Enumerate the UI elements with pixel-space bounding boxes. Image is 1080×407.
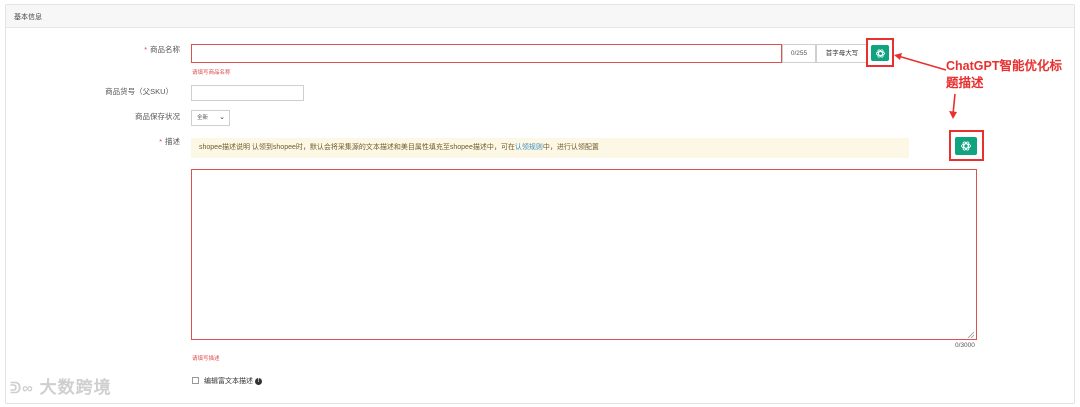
watermark-logo-icon: ᕲ∞ — [10, 380, 34, 397]
product-name-counter: 0/255 — [790, 50, 808, 57]
chevron-down-icon: ⌄ — [219, 114, 225, 121]
product-name-error: 请填写商品名称 — [192, 70, 231, 76]
capitalize-button[interactable]: 首字母大写 — [816, 44, 868, 63]
description-label: * 描述 — [159, 137, 180, 146]
product-name-label: * 商品名称 — [144, 45, 180, 54]
panel-title: 基本信息 — [14, 14, 42, 21]
resize-handle-icon[interactable] — [968, 332, 974, 338]
condition-select[interactable]: 全新 ⌄ — [191, 110, 230, 126]
rich-text-checkbox[interactable] — [192, 377, 199, 384]
chatgpt-icon[interactable] — [871, 45, 889, 61]
condition-label: 商品保存状况 — [135, 112, 180, 121]
description-error: 请填写描述 — [192, 356, 220, 362]
annotation-arrows — [894, 53, 947, 71]
sku-input[interactable] — [191, 85, 304, 101]
description-textarea[interactable] — [191, 169, 977, 340]
description-counter: 0/3000 — [955, 342, 975, 349]
required-mark: * — [144, 45, 147, 54]
description-notice: shopee描述说明 认领到shopee时，默认会将采集源的文本描述和美目属性填… — [191, 138, 909, 158]
annotation-arrow-down — [949, 94, 957, 119]
annotation-text: ChatGPT智能优化标 题描述 — [946, 59, 1062, 90]
product-name-input[interactable] — [191, 44, 782, 63]
sku-label: 商品货号（父SKU） — [105, 87, 173, 96]
chatgpt-icon[interactable] — [955, 137, 977, 155]
product-name-counter-box: 0/255 — [782, 44, 816, 63]
condition-selected: 全新 — [197, 115, 209, 121]
watermark: ᕲ∞ 大数跨境 — [10, 378, 112, 397]
panel-header: 基本信息 — [6, 5, 1074, 28]
claim-rules-link[interactable]: 认领规则 — [515, 144, 543, 151]
rich-text-label: 编辑富文本描述 ! — [204, 376, 262, 386]
info-icon: ! — [254, 377, 262, 385]
required-mark: * — [159, 137, 162, 146]
